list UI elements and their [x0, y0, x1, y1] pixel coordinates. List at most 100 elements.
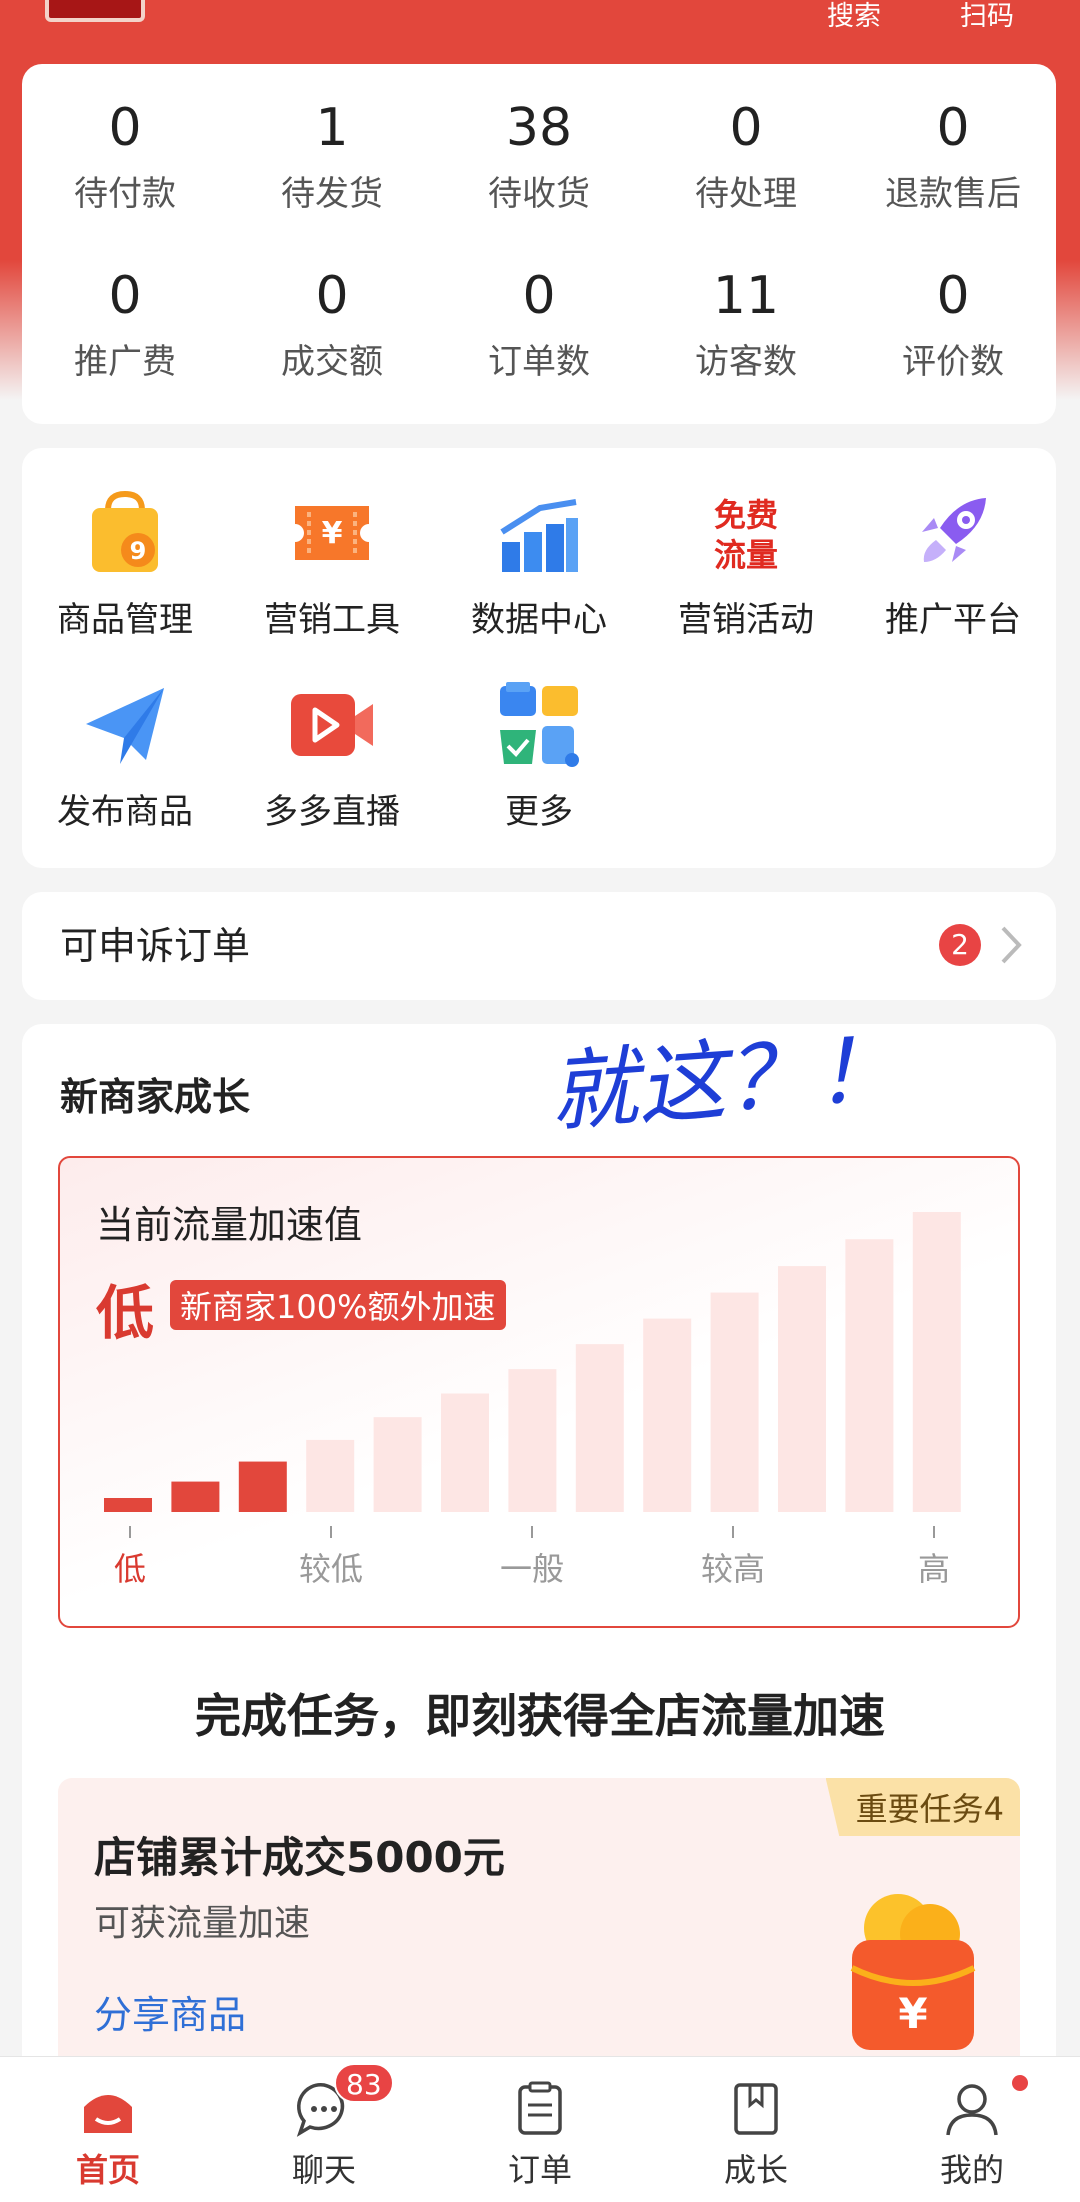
- stat-pending-receipt[interactable]: 38 待收货: [436, 94, 642, 215]
- stat-value: 0: [729, 98, 763, 158]
- notification-dot: [1012, 2075, 1028, 2091]
- order-icon: [518, 2081, 562, 2135]
- stat-value: 0: [315, 266, 349, 326]
- search-link[interactable]: 搜索: [827, 0, 881, 33]
- task-heading: 完成任务，即刻获得全店流量加速: [195, 1689, 885, 1743]
- boost-bar: [643, 1318, 692, 1512]
- meter-title: 当前流量加速值: [96, 1203, 363, 1247]
- top-bar: 搜索 扫码: [0, 0, 1080, 40]
- free-traffic-text-2: 流量: [714, 536, 778, 574]
- coupon-icon: ¥: [295, 506, 369, 560]
- stat-pending-payment[interactable]: 0 待付款: [22, 94, 228, 215]
- svg-text:¥: ¥: [898, 1989, 927, 2038]
- boost-bar: [171, 1481, 220, 1512]
- tools-card: 9 商品管理 ¥ 营销工具 数据中心 免费 流量 营销活动 推广平台 发布商品 …: [22, 448, 1056, 868]
- tool-label: 营销工具: [264, 600, 400, 640]
- boost-bar: [238, 1461, 287, 1512]
- nav-home[interactable]: 首页: [0, 2057, 216, 2202]
- tick-label: 一般: [500, 1550, 564, 1588]
- boost-bar: [710, 1292, 759, 1512]
- boost-bar: [373, 1417, 422, 1512]
- boost-bar: [845, 1239, 894, 1512]
- boost-bar: [912, 1212, 961, 1512]
- red-envelope-coins-icon: ¥: [850, 1894, 976, 2050]
- nav-label: 成长: [723, 2151, 788, 2189]
- stat-promotion-fee[interactable]: 0 推广费: [22, 262, 228, 383]
- stat-label: 订单数: [488, 342, 590, 382]
- tick-label: 较低: [299, 1550, 363, 1588]
- shop-avatar[interactable]: [45, 0, 145, 22]
- stat-refund-aftersale[interactable]: 0 退款售后: [850, 94, 1056, 215]
- boost-bar: [441, 1393, 489, 1512]
- stat-visitors[interactable]: 11 访客数: [643, 262, 849, 383]
- task-card[interactable]: 重要任务4 店铺累计成交5000元 可获流量加速 分享商品 ¥: [58, 1778, 1020, 2078]
- boost-bar: [575, 1344, 624, 1512]
- rocket-icon: [922, 498, 986, 562]
- tool-data-center[interactable]: 数据中心: [436, 488, 642, 641]
- stat-value: 0: [936, 98, 970, 158]
- appealable-orders-badge: 2: [939, 924, 981, 966]
- appealable-orders-row[interactable]: 可申诉订单 2: [22, 892, 1056, 1000]
- handwritten-text: 就这？！: [546, 1017, 904, 1144]
- tick-label: 较高: [701, 1550, 765, 1588]
- tool-label: 多多直播: [264, 792, 400, 832]
- chat-unread-badge: 83: [334, 2063, 394, 2103]
- stat-value: 1: [315, 98, 349, 158]
- growth-book-icon: [734, 2083, 778, 2135]
- boost-bar: [778, 1266, 826, 1512]
- stat-value: 11: [712, 266, 780, 326]
- bar-chart-icon: [500, 499, 578, 572]
- stat-label: 推广费: [74, 342, 176, 382]
- stat-value: 0: [936, 266, 970, 326]
- nav-label: 首页: [75, 2151, 140, 2189]
- stat-pending-shipment[interactable]: 1 待发货: [229, 94, 435, 215]
- share-product-link[interactable]: 分享商品: [94, 1984, 246, 2039]
- tool-promotion-platform[interactable]: 推广平台: [850, 488, 1056, 641]
- appealable-orders-title: 可申诉订单: [60, 924, 251, 968]
- tool-marketing-activity[interactable]: 免费 流量 营销活动: [643, 488, 849, 641]
- nav-label: 聊天: [291, 2151, 356, 2189]
- stat-pending-handling[interactable]: 0 待处理: [643, 94, 849, 215]
- nav-me[interactable]: 我的: [864, 2057, 1080, 2202]
- tool-label: 推广平台: [885, 600, 1021, 640]
- tool-product-management[interactable]: 9 商品管理: [22, 488, 228, 641]
- task-title: 店铺累计成交5000元: [94, 1833, 505, 1882]
- tool-live-stream[interactable]: 多多直播: [229, 680, 435, 833]
- tool-label: 发布商品: [57, 792, 193, 832]
- tool-marketing-tools[interactable]: ¥ 营销工具: [229, 488, 435, 641]
- traffic-boost-meter: 低较低 一般 较高高 当前流量加速值 低 新商家100%额外加速: [58, 1156, 1020, 1628]
- tool-more[interactable]: 更多: [436, 680, 642, 833]
- nav-label: 我的: [939, 2151, 1004, 2189]
- meter-current-level: 低: [96, 1279, 155, 1347]
- stat-turnover[interactable]: 0 成交额: [229, 262, 435, 383]
- boost-bar: [306, 1439, 355, 1512]
- task-subtitle: 可获流量加速: [94, 1903, 311, 1944]
- nav-orders[interactable]: 订单: [432, 2057, 648, 2202]
- home-icon: [84, 2095, 132, 2133]
- meter-boost-tag: 新商家100%额外加速: [170, 1280, 506, 1330]
- stat-order-count[interactable]: 0 订单数: [436, 262, 642, 383]
- stat-reviews[interactable]: 0 评价数: [850, 262, 1056, 383]
- tool-label: 更多: [505, 792, 573, 832]
- stat-value: 0: [108, 98, 142, 158]
- user-icon: [946, 2084, 998, 2136]
- nav-growth[interactable]: 成长: [648, 2057, 864, 2202]
- stat-label: 待发货: [281, 174, 383, 214]
- growth-title: 新商家成长: [60, 1075, 251, 1119]
- svg-text:¥: ¥: [322, 516, 343, 551]
- tool-publish-product[interactable]: 发布商品: [22, 680, 228, 833]
- free-traffic-text-1: 免费: [714, 496, 778, 534]
- nav-chat[interactable]: 聊天 83: [216, 2057, 432, 2202]
- video-icon: [291, 694, 373, 756]
- stat-value: 38: [505, 98, 573, 158]
- tick-label: 低: [114, 1550, 146, 1588]
- nav-label: 订单: [507, 2151, 572, 2189]
- scan-link[interactable]: 扫码: [960, 0, 1014, 33]
- stat-label: 待收货: [488, 174, 590, 214]
- stat-label: 成交额: [281, 342, 383, 382]
- shop-stats-card: 0 待付款 1 待发货 38 待收货 0 待处理 0 退款售后 0 推广费 0 …: [22, 64, 1056, 424]
- shopping-bag-icon: 9: [92, 490, 158, 572]
- stat-label: 评价数: [902, 342, 1004, 382]
- more-grid-icon: [500, 682, 579, 767]
- free-traffic-icon: 免费 流量: [714, 496, 778, 574]
